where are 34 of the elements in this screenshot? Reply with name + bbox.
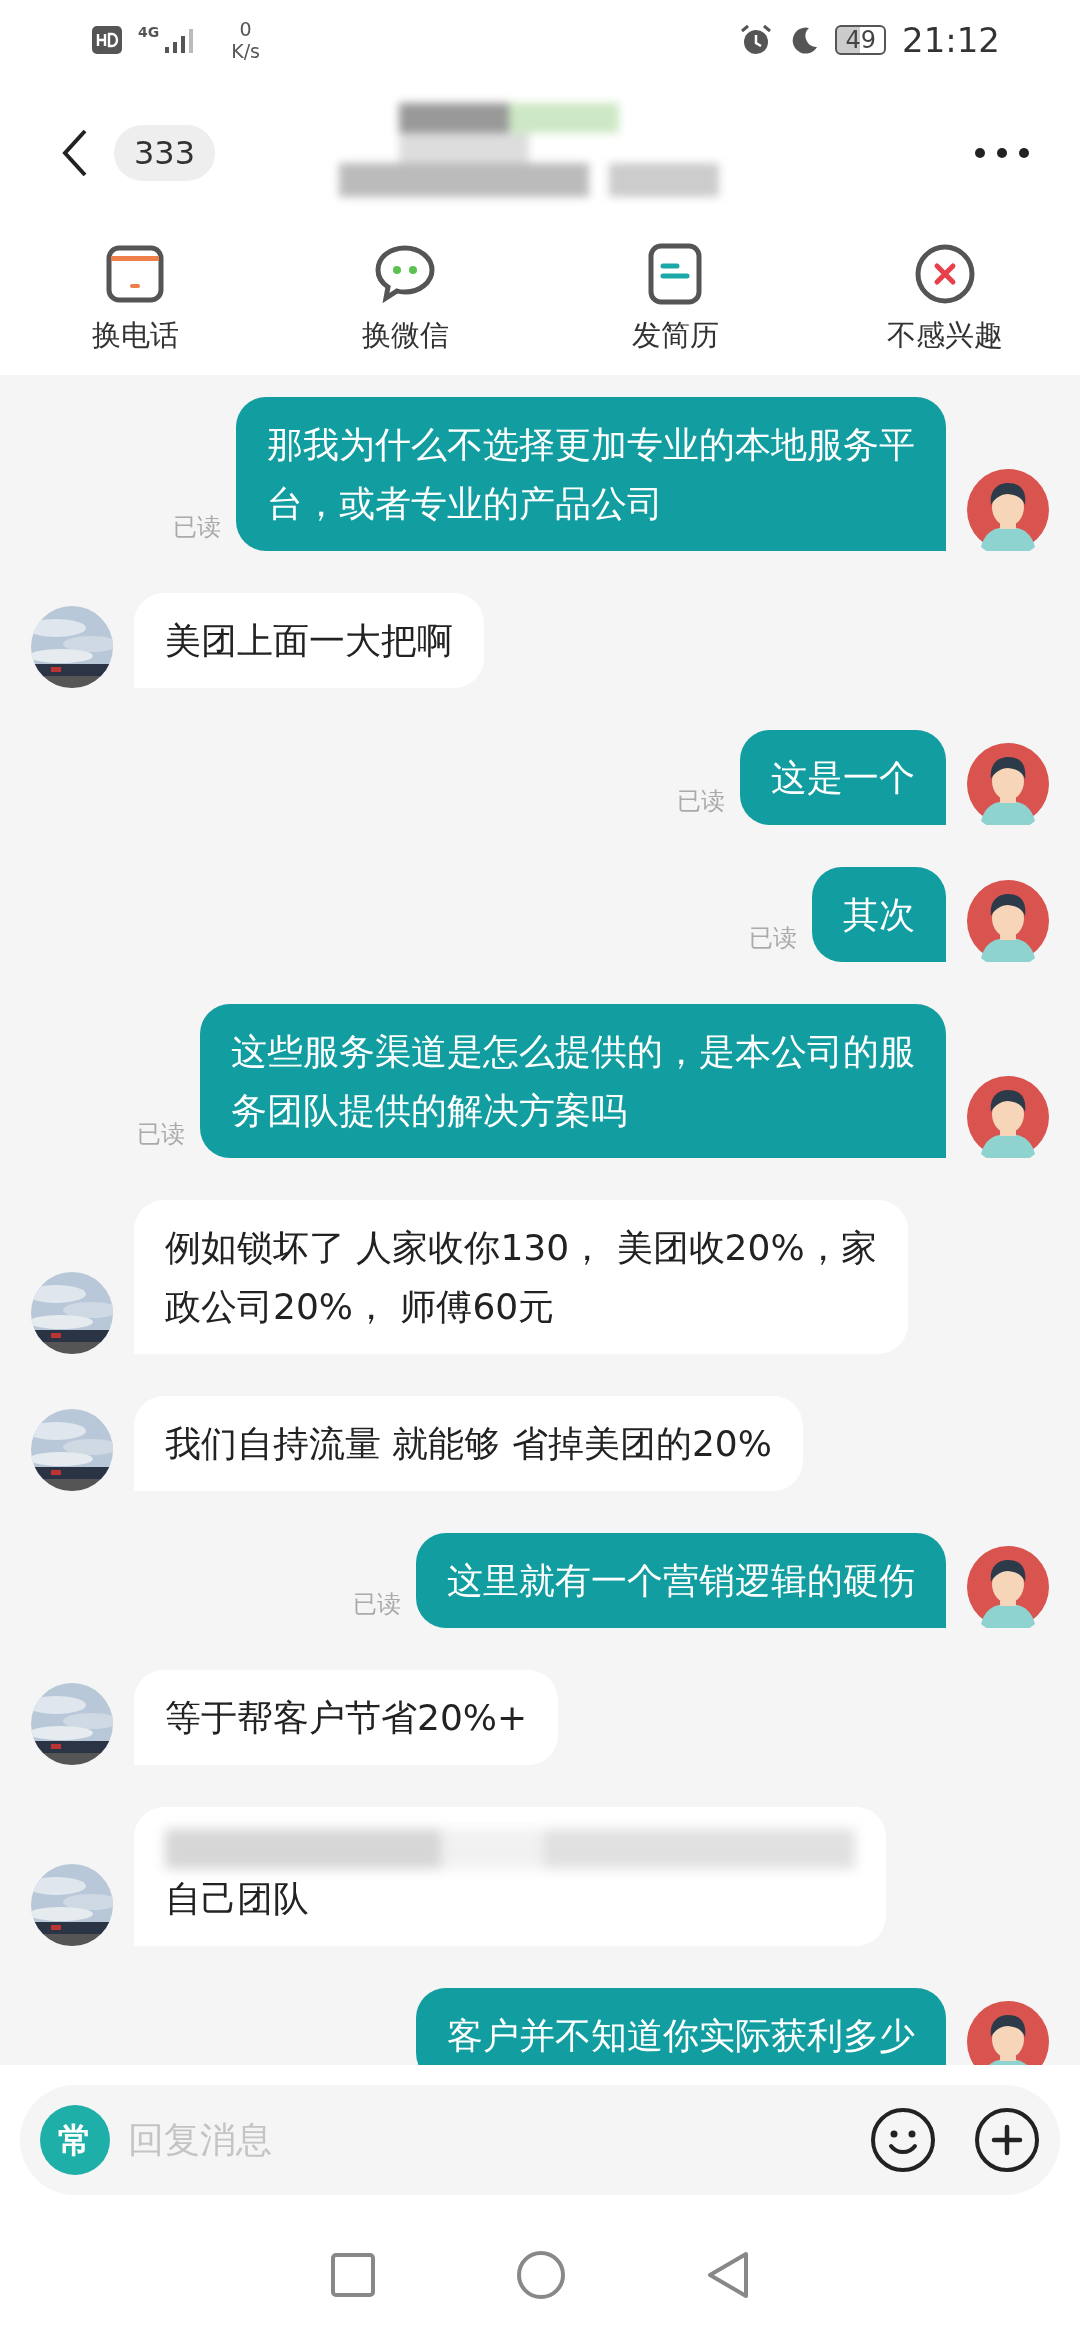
message-bubble: 客户并不知道你实际获利多少 — [416, 1988, 946, 2065]
message-bubble: 这里就有一个营销逻辑的硬伤 — [416, 1533, 946, 1628]
alarm-icon — [739, 23, 774, 57]
read-receipt: 已读 — [173, 512, 221, 543]
read-receipt: 已读 — [677, 786, 725, 817]
recents-icon[interactable] — [330, 2252, 376, 2298]
home-icon[interactable] — [516, 2250, 566, 2300]
message-bubble: 例如锁坏了 人家收你130， 美团收20%，家 政公司20%， 师傅60元 — [134, 1200, 908, 1354]
back-nav-icon[interactable] — [706, 2250, 750, 2300]
hd-icon — [92, 26, 122, 54]
message-bubble: 这是一个 — [740, 730, 946, 825]
action-label[interactable]: 不感兴趣 — [887, 314, 1003, 358]
message-bubble: 我们自持流量 就能够 省掉美团的20% — [134, 1396, 803, 1491]
network-type: 4G — [138, 25, 160, 39]
message-bubble: 美团上面一大把啊 — [134, 593, 484, 688]
speed-unit: K/s — [231, 40, 260, 62]
add-icon[interactable] — [974, 2107, 1040, 2173]
read-receipt: 已读 — [749, 923, 797, 954]
speed-value: 0 — [238, 18, 253, 40]
action-label[interactable]: 换电话 — [91, 314, 179, 358]
read-receipt: 已读 — [137, 1119, 185, 1150]
message-text: 自己团队 — [165, 1877, 310, 1921]
message-bubble: 那我为什么不选择更加专业的本地服务平 台，或者专业的产品公司 — [236, 397, 946, 551]
more-icon[interactable] — [974, 146, 1030, 159]
action-label[interactable]: 发简历 — [631, 314, 719, 358]
message-bubble: 其次 — [812, 867, 946, 962]
battery-level: 49 — [835, 25, 886, 55]
emoji-icon[interactable] — [870, 2107, 936, 2173]
message-bubble: 这些服务渠道是怎么提供的，是本公司的服 务团队提供的解决方案吗 — [200, 1004, 946, 1158]
unread-count[interactable]: 333 — [114, 124, 216, 181]
message-bubble: 等于帮客户节省20%+ — [134, 1670, 559, 1765]
action-label[interactable]: 换微信 — [361, 314, 449, 358]
clock-time: 21:12 — [902, 18, 1000, 62]
read-receipt: 已读 — [353, 1589, 401, 1620]
